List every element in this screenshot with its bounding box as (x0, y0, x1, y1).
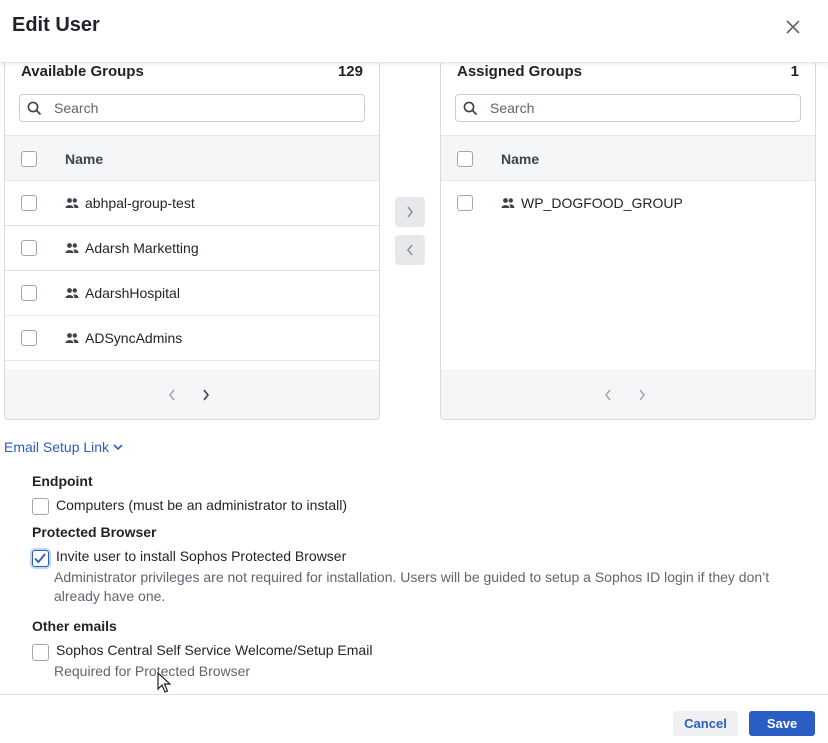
assigned-groups-panel: Assigned Groups 1 Name WP_DOGFOOD_GROUP (440, 52, 816, 420)
assigned-select-all-checkbox[interactable] (457, 151, 473, 167)
next-page-button[interactable] (194, 383, 218, 407)
mouse-cursor-icon (157, 672, 171, 693)
assigned-search-box (455, 94, 801, 122)
group-name: AdarshHospital (85, 285, 180, 301)
dialog-footer: Cancel Save (0, 694, 828, 743)
group-icon (501, 198, 515, 208)
available-search-input[interactable] (54, 98, 354, 118)
edit-user-dialog: Edit User Available Groups 129 Name (0, 0, 828, 743)
available-groups-count: 129 (337, 63, 363, 80)
group-icon (65, 333, 79, 343)
chevron-left-icon (169, 389, 175, 401)
row-checkbox[interactable] (21, 195, 37, 211)
next-page-button[interactable] (630, 383, 654, 407)
move-to-assigned-button[interactable] (395, 197, 425, 227)
available-groups-title: Available Groups (21, 63, 144, 80)
group-name: abhpal-group-test (85, 195, 195, 211)
group-name: ADSyncAdmins (85, 330, 183, 346)
protected-browser-heading: Protected Browser (32, 524, 157, 540)
table-row[interactable]: WP_DOGFOOD_GROUP (441, 181, 815, 226)
group-icon (65, 198, 79, 208)
table-row[interactable]: ADSyncAdmins (5, 316, 379, 361)
close-button[interactable] (780, 14, 806, 40)
available-groups-panel: Available Groups 129 Name abhpal-group-t… (4, 52, 380, 420)
self-service-email-checkbox[interactable] (32, 644, 49, 661)
dialog-title: Edit User (12, 14, 100, 36)
checkmark-icon (34, 553, 46, 564)
search-icon (27, 101, 42, 116)
row-checkbox[interactable] (21, 330, 37, 346)
assigned-pagination (441, 369, 815, 419)
available-search-box (19, 94, 365, 122)
available-select-all-checkbox[interactable] (21, 151, 37, 167)
table-row[interactable]: abhpal-group-test (5, 181, 379, 226)
invite-protected-browser-label: Invite user to install Sophos Protected … (56, 548, 347, 564)
chevron-down-icon (113, 443, 123, 450)
computers-option-label: Computers (must be an administrator to i… (56, 497, 347, 513)
save-button[interactable]: Save (749, 711, 815, 736)
computers-checkbox[interactable] (32, 498, 49, 515)
email-setup-link-toggle[interactable]: Email Setup Link (4, 439, 123, 455)
row-checkbox[interactable] (457, 195, 473, 211)
available-group-list: abhpal-group-test Adarsh Marketting Adar… (5, 181, 379, 361)
chevron-right-icon (639, 389, 645, 401)
close-icon (786, 20, 800, 34)
available-pagination (5, 369, 379, 419)
protected-browser-description: Administrator privileges are not require… (54, 569, 770, 604)
group-icon (65, 243, 79, 253)
group-name: WP_DOGFOOD_GROUP (521, 195, 683, 211)
row-checkbox[interactable] (21, 285, 37, 301)
row-checkbox[interactable] (21, 240, 37, 256)
email-setup-link-label: Email Setup Link (4, 439, 110, 455)
other-emails-heading: Other emails (32, 618, 117, 634)
cancel-button[interactable]: Cancel (673, 711, 738, 736)
table-row[interactable]: AdarshHospital (5, 271, 379, 316)
invite-protected-browser-checkbox[interactable] (32, 550, 49, 567)
assigned-groups-count: 1 (790, 63, 799, 80)
assigned-table-header: Name (441, 135, 815, 181)
table-row[interactable]: Adarsh Marketting (5, 226, 379, 271)
self-service-email-label: Sophos Central Self Service Welcome/Setu… (56, 642, 373, 658)
group-icon (65, 288, 79, 298)
endpoint-heading: Endpoint (32, 473, 93, 489)
assigned-search-input[interactable] (490, 98, 790, 118)
assigned-group-list: WP_DOGFOOD_GROUP (441, 181, 815, 226)
chevron-right-icon (407, 206, 413, 218)
chevron-right-icon (203, 389, 210, 401)
available-groups-header: Available Groups 129 (5, 61, 379, 85)
chevron-left-icon (605, 389, 611, 401)
previous-page-button[interactable] (160, 383, 184, 407)
assigned-name-column-header: Name (501, 151, 540, 167)
available-name-column-header: Name (65, 151, 104, 167)
dialog-header: Edit User (0, 0, 828, 63)
chevron-left-icon (407, 244, 413, 256)
previous-page-button[interactable] (596, 383, 620, 407)
assigned-groups-header: Assigned Groups 1 (441, 61, 815, 85)
available-table-header: Name (5, 135, 379, 181)
assigned-groups-title: Assigned Groups (457, 63, 583, 80)
search-icon (463, 101, 478, 116)
move-to-available-button[interactable] (395, 235, 425, 265)
group-name: Adarsh Marketting (85, 240, 199, 256)
